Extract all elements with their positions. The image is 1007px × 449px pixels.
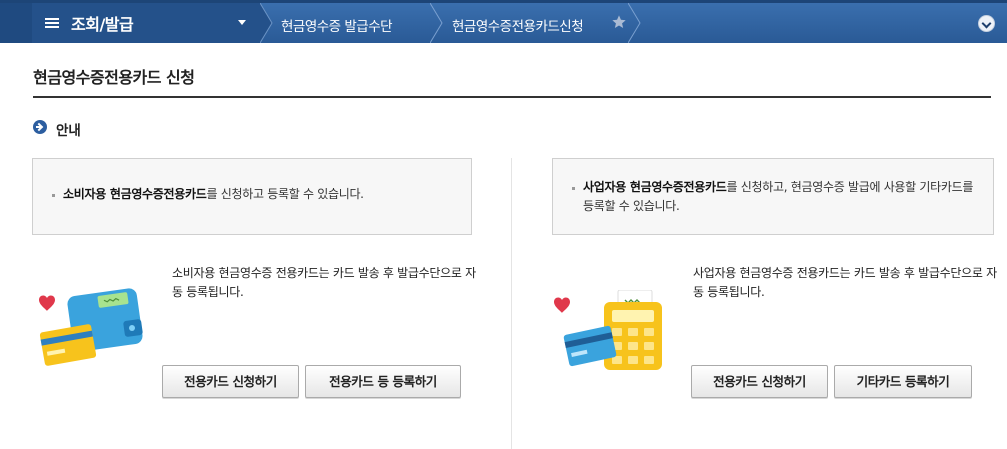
consumer-notice-box: 소비자용 현금영수증전용카드를 신청하고 등록할 수 있습니다. <box>32 158 472 235</box>
menu-dropdown[interactable]: 조회/발급 <box>32 3 260 43</box>
consumer-notice-text: 소비자용 현금영수증전용카드를 신청하고 등록할 수 있습니다. <box>63 185 364 204</box>
hamburger-icon <box>45 16 59 30</box>
breadcrumb-separator <box>430 3 444 43</box>
wallet-card-illustration <box>28 288 146 372</box>
bullet-icon <box>572 187 575 190</box>
business-description: 사업자용 현금영수증 전용카드는 카드 발송 후 발급수단으로 자동 등록됩니다… <box>693 266 997 299</box>
caret-down-icon <box>238 20 246 25</box>
consumer-description: 소비자용 현금영수증 전용카드는 카드 발송 후 발급수단으로 자동 등록됩니다… <box>172 266 476 299</box>
section-title: 안내 <box>56 123 81 139</box>
business-card-apply-button[interactable]: 전용카드 신청하기 <box>691 365 828 398</box>
nav-left-cap <box>0 3 32 43</box>
star-icon[interactable] <box>611 14 627 30</box>
chevron-down-icon[interactable] <box>978 15 995 32</box>
consumer-notice-bold: 소비자용 현금영수증전용카드 <box>63 187 207 201</box>
page-title: 현금영수증전용카드 신청 <box>33 68 195 87</box>
business-notice-text: 사업자용 현금영수증전용카드를 신청하고, 현금영수증 발급에 사용할 기타카드… <box>583 178 983 216</box>
top-navigation-bar: 조회/발급 현금영수증 발급수단 현금영수증전용카드신청 <box>0 0 1007 43</box>
arrow-circle-icon <box>33 120 47 134</box>
bullet-icon <box>52 194 55 197</box>
column-divider <box>511 158 512 449</box>
breadcrumb-item-current-page[interactable]: 현금영수증전용카드신청 <box>452 15 584 35</box>
title-divider <box>33 96 991 98</box>
business-notice-bold: 사업자용 현금영수증전용카드 <box>583 180 727 194</box>
breadcrumb-separator <box>628 3 642 43</box>
consumer-card-apply-button[interactable]: 전용카드 신청하기 <box>162 365 299 398</box>
consumer-card-register-button[interactable]: 전용카드 등 등록하기 <box>305 365 461 398</box>
other-card-register-button[interactable]: 기타카드 등록하기 <box>834 365 972 398</box>
menu-title: 조회/발급 <box>71 15 134 34</box>
calculator-card-illustration <box>548 289 666 374</box>
breadcrumb-separator <box>260 3 274 43</box>
consumer-notice-rest: 를 신청하고 등록할 수 있습니다. <box>206 187 365 201</box>
business-notice-box: 사업자용 현금영수증전용카드를 신청하고, 현금영수증 발급에 사용할 기타카드… <box>552 158 994 235</box>
breadcrumb-item-issuing-method[interactable]: 현금영수증 발급수단 <box>281 15 393 35</box>
